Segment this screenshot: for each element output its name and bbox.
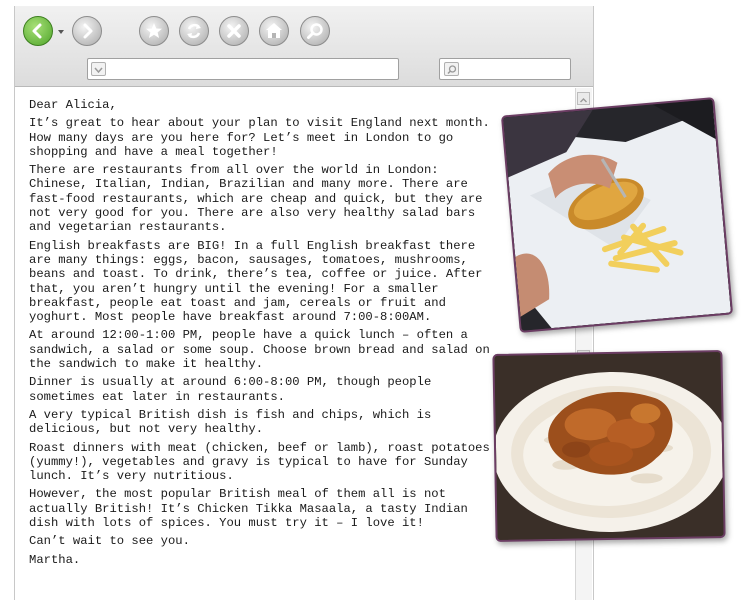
letter-paragraph: Roast dinners with meat (chicken, beef o…: [29, 440, 490, 484]
back-icon: [32, 23, 42, 39]
letter-paragraph: English breakfasts are BIG! In a full En…: [29, 238, 483, 325]
refresh-button[interactable]: [179, 16, 209, 46]
home-icon: [266, 23, 282, 38]
star-icon: [146, 23, 162, 38]
letter-content: Dear Alicia, It’s great to hear about yo…: [29, 98, 499, 571]
search-input[interactable]: [462, 60, 570, 80]
home-button[interactable]: [259, 16, 289, 46]
chicken-tikka-masala-photo: [492, 350, 726, 542]
letter-paragraph: There are restaurants from all over the …: [29, 163, 483, 235]
search-button[interactable]: [300, 16, 330, 46]
letter-paragraph: A very typical British dish is fish and …: [29, 407, 432, 437]
stop-button[interactable]: [219, 16, 249, 46]
history-dropdown-icon[interactable]: [58, 30, 64, 34]
address-bar: [87, 58, 399, 80]
fish-and-chips-image: [503, 99, 731, 331]
forward-button[interactable]: [72, 16, 102, 46]
letter-paragraph: Dinner is usually at around 6:00-8:00 PM…: [29, 375, 432, 404]
search-bar: [439, 58, 571, 80]
forward-icon: [83, 23, 93, 39]
letter-paragraph: It’s great to hear about your plan to vi…: [29, 116, 490, 159]
search-field-icon[interactable]: [444, 62, 459, 76]
letter-greeting: Dear Alicia,: [29, 98, 117, 112]
chevron-up-icon: [580, 98, 587, 103]
stop-icon: [227, 24, 241, 38]
fish-and-chips-photo: [500, 97, 734, 333]
back-button[interactable]: [23, 16, 53, 46]
scroll-up-button[interactable]: [577, 92, 590, 105]
chevron-down-icon: [94, 67, 103, 74]
address-dropdown[interactable]: [91, 62, 106, 76]
search-icon: [307, 23, 323, 39]
bookmark-button[interactable]: [139, 16, 169, 46]
letter-paragraph: At around 12:00-1:00 PM, people have a q…: [29, 328, 490, 372]
letter-paragraph: Can’t wait to see you.: [29, 534, 190, 549]
letter-paragraph: However, the most popular British meal o…: [29, 487, 468, 531]
chicken-tikka-masala-image: [493, 352, 726, 540]
address-input[interactable]: [110, 60, 398, 80]
magnifier-icon: [447, 65, 457, 75]
browser-toolbar: [15, 6, 593, 87]
refresh-icon: [187, 23, 201, 39]
letter-signature: Martha.: [29, 552, 81, 567]
